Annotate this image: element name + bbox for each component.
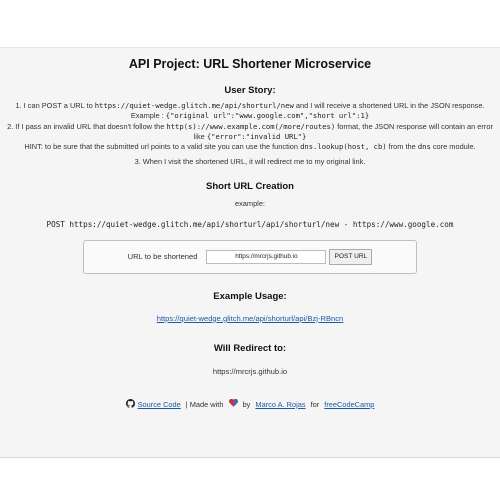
freecodecamp-link[interactable]: freeCodeCamp: [324, 400, 374, 410]
by-text: by: [240, 399, 253, 409]
user-story: 1. I can POST a URL to https://quiet-wed…: [0, 101, 500, 168]
story-example-json: {"original url":"www.google.com","short …: [165, 111, 370, 121]
page-title: API Project: URL Shortener Microservice: [128, 57, 372, 71]
page: API Project: URL Shortener Microservice …: [0, 0, 500, 500]
main-content: API Project: URL Shortener Microservice …: [0, 47, 500, 411]
story-hint-module: dns: [417, 142, 431, 152]
story-url-format: http(s)://www.example.com(/more/routes): [166, 121, 336, 131]
creation-heading: Short URL Creation: [206, 180, 294, 192]
story-hint: HINT: to be sure that the submitted url …: [24, 142, 476, 152]
source-code-link[interactable]: Source Code: [138, 400, 181, 410]
for-text: for: [308, 399, 322, 409]
example-usage-link[interactable]: https://quiet-wedge.glitch.me/api/shortu…: [157, 314, 344, 324]
post-url-button[interactable]: POST URL: [329, 248, 373, 265]
post-example: POST https://quiet-wedge.glitch.me/api/s…: [46, 219, 454, 229]
story-item-1: 1. I can POST a URL to https://quiet-wed…: [15, 101, 485, 110]
author-link[interactable]: Marco A. Rojas: [255, 400, 305, 410]
url-input-label: URL to be shortened: [127, 252, 198, 262]
shorten-form: URL to be shortened POST URL: [83, 239, 417, 274]
github-icon: [125, 398, 135, 411]
made-with-text: | Made with: [183, 399, 226, 409]
story-item-1-endpoint: https://quiet-wedge.glitch.me/api/shortu…: [94, 101, 294, 110]
story-error-json: {"error":"invalid URL"}: [206, 131, 307, 141]
redirect-heading: Will Redirect to:: [213, 342, 287, 354]
story-item-3: 3. When I visit the shortened URL, it wi…: [134, 157, 366, 167]
redirect-url: https://mrcrjs.github.io: [212, 366, 288, 376]
story-item-2: 2. If I pass an invalid URL that doesn't…: [7, 121, 493, 141]
url-input[interactable]: [206, 249, 327, 264]
story-item-1-example: Example : {"original url":"www.google.co…: [130, 111, 370, 121]
heart-icon: [228, 399, 238, 410]
user-story-heading: User Story:: [224, 85, 276, 96]
example-label: example:: [235, 198, 265, 208]
footer: Source Code | Made with by Marco A. Roja…: [0, 398, 500, 411]
example-usage-heading: Example Usage:: [213, 290, 287, 302]
story-hint-function: dns.lookup(host, cb): [300, 142, 387, 152]
